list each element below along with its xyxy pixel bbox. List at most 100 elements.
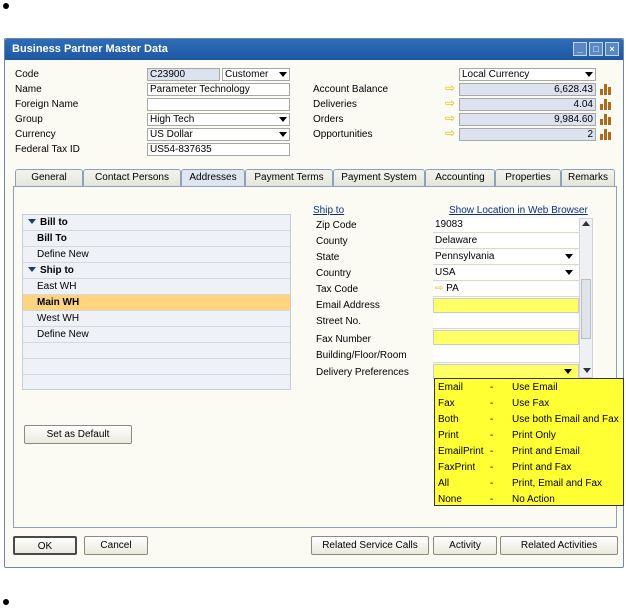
tab-remarks[interactable]: Remarks: [561, 169, 615, 186]
ok-button[interactable]: OK: [13, 536, 77, 555]
building-label: Building/Floor/Room: [316, 350, 407, 361]
scroll-thumb[interactable]: [581, 279, 591, 339]
dropdown-option-both[interactable]: Both - Use both Email and Fax: [435, 412, 623, 428]
list-item[interactable]: Bill To: [23, 231, 290, 247]
dropdown-option-email[interactable]: Email - Use Email: [435, 380, 623, 396]
fax-field[interactable]: [433, 330, 579, 345]
email-field[interactable]: [433, 298, 579, 313]
collapse-icon[interactable]: [28, 267, 36, 272]
link-arrow-icon[interactable]: ⇨: [445, 82, 457, 94]
option-desc: Use Fax: [512, 398, 550, 409]
email-label: Email Address: [316, 300, 380, 311]
option-desc: Print and Email: [512, 446, 580, 457]
tab-payment-system[interactable]: Payment System: [333, 169, 425, 186]
bar-chart-icon[interactable]: [600, 113, 612, 125]
deliveries-label: Deliveries: [313, 99, 357, 110]
window-title: Business Partner Master Data: [12, 43, 168, 55]
minimize-icon[interactable]: _: [573, 42, 587, 56]
cancel-button[interactable]: Cancel: [84, 536, 148, 555]
building-field[interactable]: [433, 348, 579, 363]
option-code: Fax: [438, 398, 455, 409]
tab-accounting[interactable]: Accounting: [425, 169, 495, 186]
dropdown-option-all[interactable]: All - Print, Email and Fax: [435, 476, 623, 492]
currency-select[interactable]: US Dollar: [147, 128, 290, 141]
option-desc: Print, Email and Fax: [512, 478, 603, 489]
option-desc: Use both Email and Fax: [512, 414, 619, 425]
collapse-icon[interactable]: [28, 219, 36, 224]
tab-payment-terms[interactable]: Payment Terms: [245, 169, 333, 186]
account-balance-label: Account Balance: [313, 84, 389, 95]
opportunities-label: Opportunities: [313, 129, 373, 140]
group-select[interactable]: High Tech: [147, 113, 290, 126]
delivery-preferences-dropdown: Email - Use Email Fax - Use Fax Both - Use bot…: [434, 378, 624, 506]
bar-chart-icon[interactable]: [600, 98, 612, 110]
group-ship-to-label: Ship to: [40, 265, 74, 276]
list-item-empty: [23, 359, 290, 375]
delivery-pref-label: Delivery Preferences: [316, 367, 409, 378]
list-item[interactable]: Define New: [23, 327, 290, 343]
maximize-icon[interactable]: □: [589, 42, 603, 56]
show-location-link[interactable]: Show Location in Web Browser: [449, 205, 588, 216]
tab-contact-persons[interactable]: Contact Persons: [83, 169, 181, 186]
local-currency-select[interactable]: Local Currency: [459, 68, 596, 81]
tax-id-label: Federal Tax ID: [15, 144, 80, 155]
option-code: EmailPrint: [438, 446, 484, 457]
list-item[interactable]: East WH: [23, 279, 290, 295]
group-value: High Tech: [150, 114, 195, 125]
list-item-selected[interactable]: Main WH: [23, 295, 290, 311]
tab-properties[interactable]: Properties: [495, 169, 561, 186]
option-code: Print: [438, 430, 459, 441]
list-item[interactable]: West WH: [23, 311, 290, 327]
link-arrow-icon[interactable]: ⇨: [445, 112, 457, 124]
tab-general[interactable]: General: [15, 169, 83, 186]
county-field[interactable]: Delaware: [433, 234, 579, 249]
scroll-up-icon[interactable]: [582, 221, 590, 226]
related-activities-button[interactable]: Related Activities: [500, 536, 618, 555]
bullet-top: [3, 3, 9, 9]
state-select[interactable]: Pennsylvania: [433, 250, 579, 265]
tax-code-label: Tax Code: [316, 284, 359, 295]
tab-addresses[interactable]: Addresses: [181, 169, 245, 187]
set-as-default-button[interactable]: Set as Default: [24, 425, 132, 444]
foreign-name-label: Foreign Name: [15, 99, 79, 110]
list-item[interactable]: Define New: [23, 247, 290, 263]
link-arrow-icon[interactable]: ⇨: [445, 127, 457, 139]
tax-code-field[interactable]: ⇨ PA: [433, 282, 579, 297]
dropdown-option-fax[interactable]: Fax - Use Fax: [435, 396, 623, 412]
option-dash: -: [490, 446, 494, 457]
dropdown-option-none[interactable]: None - No Action: [435, 492, 623, 508]
dropdown-option-emailprint[interactable]: EmailPrint - Print and Email: [435, 444, 623, 460]
option-dash: -: [490, 494, 494, 505]
delivery-pref-select[interactable]: [433, 364, 579, 379]
details-scrollbar[interactable]: [579, 218, 593, 378]
county-label: County: [316, 236, 348, 247]
foreign-name-field[interactable]: [147, 98, 290, 111]
related-service-calls-button[interactable]: Related Service Calls: [311, 536, 429, 555]
group-bill-to[interactable]: Bill to: [23, 215, 290, 231]
code-field[interactable]: C23900: [147, 68, 220, 81]
close-icon[interactable]: ×: [605, 42, 619, 56]
zip-field[interactable]: 19083: [433, 218, 579, 233]
tax-id-field[interactable]: US54-837635: [147, 143, 290, 156]
ship-to-link[interactable]: Ship to: [313, 205, 344, 216]
country-value: USA: [435, 267, 456, 278]
opportunities-field: 2: [459, 128, 596, 141]
bar-chart-icon[interactable]: [600, 83, 612, 95]
country-select[interactable]: USA: [433, 266, 579, 281]
account-balance-field: 6,628.43: [459, 83, 596, 96]
street-field[interactable]: [433, 314, 579, 329]
type-select[interactable]: Customer: [222, 68, 290, 81]
group-ship-to[interactable]: Ship to: [23, 263, 290, 279]
dropdown-option-print[interactable]: Print - Print Only: [435, 428, 623, 444]
dropdown-option-faxprint[interactable]: FaxPrint - Print and Fax: [435, 460, 623, 476]
deliveries-field: 4.04: [459, 98, 596, 111]
link-arrow-icon[interactable]: ⇨: [445, 97, 457, 109]
bar-chart-icon[interactable]: [600, 128, 612, 140]
currency-label: Currency: [15, 129, 56, 140]
scroll-down-icon[interactable]: [583, 368, 591, 373]
option-desc: Use Email: [512, 382, 558, 393]
activity-button[interactable]: Activity: [433, 536, 497, 555]
link-arrow-icon[interactable]: ⇨: [435, 283, 443, 294]
option-dash: -: [490, 462, 494, 473]
name-field[interactable]: Parameter Technology: [147, 83, 290, 96]
